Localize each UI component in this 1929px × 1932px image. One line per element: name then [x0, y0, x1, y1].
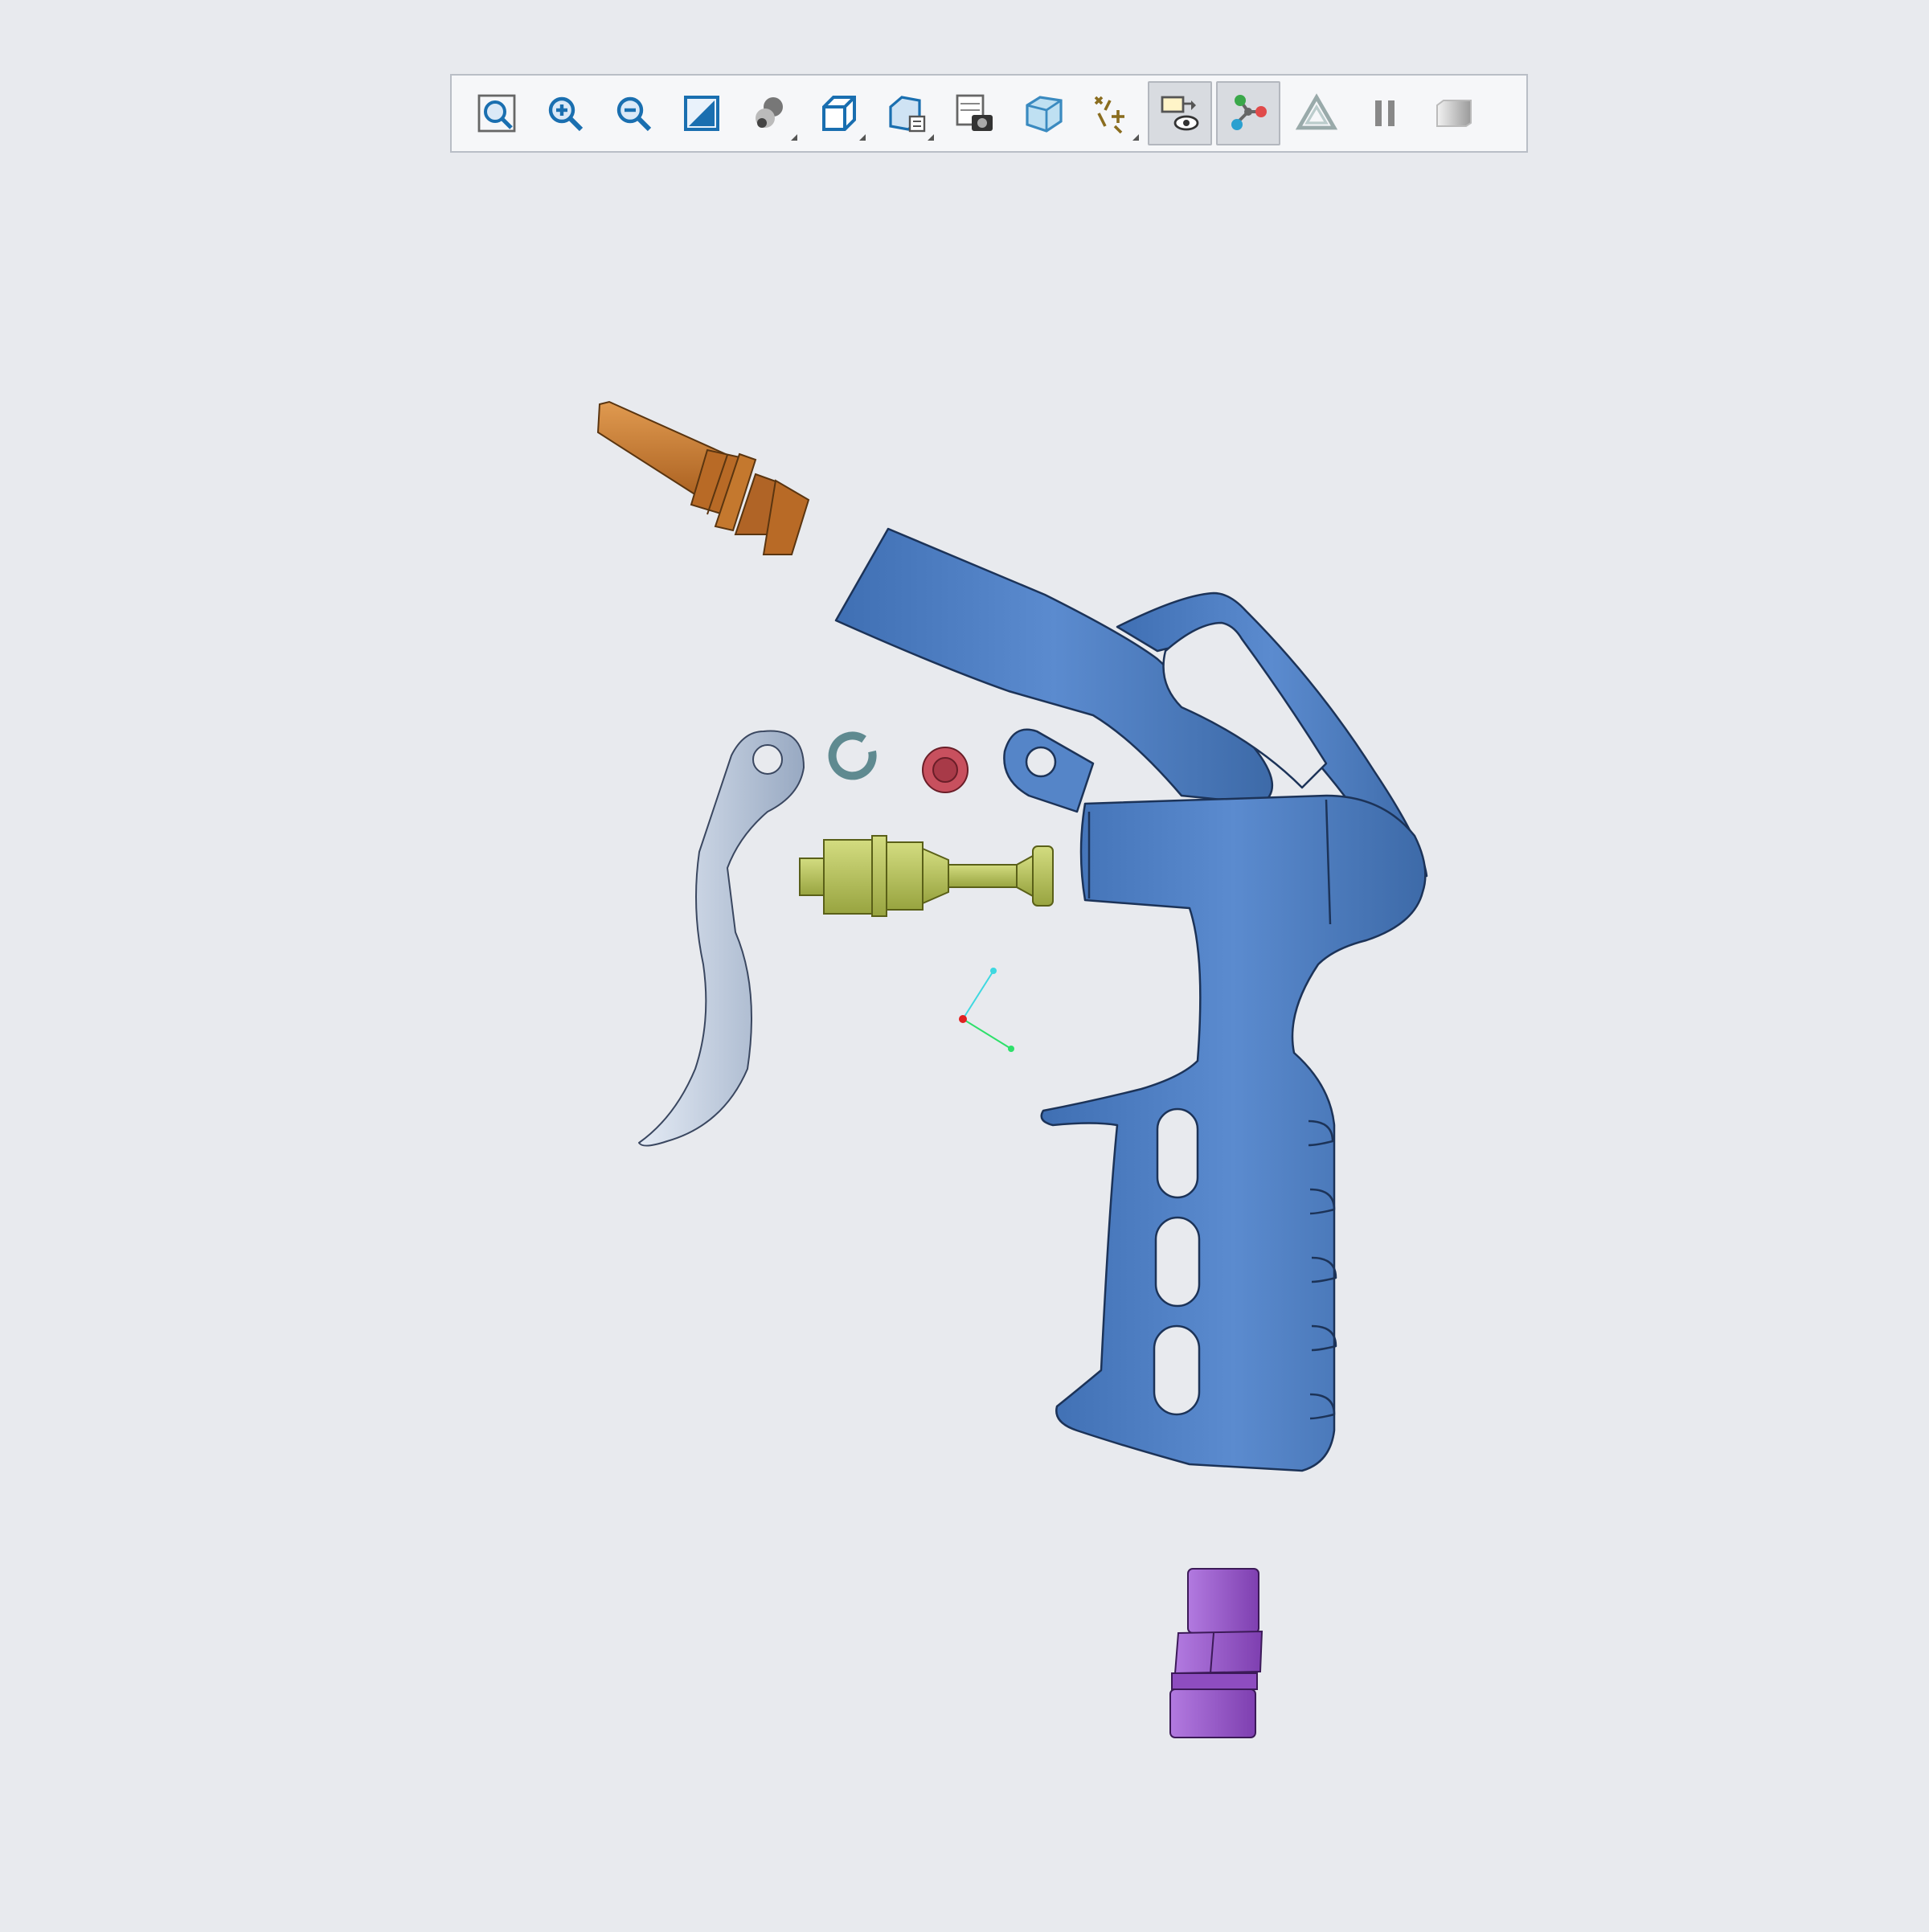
zoom-in-icon: [548, 96, 584, 132]
snapshot-button[interactable]: [943, 81, 1007, 145]
snapshot-icon: [956, 94, 993, 131]
pause-button[interactable]: [1353, 81, 1417, 145]
annotation-display-button[interactable]: [1148, 81, 1212, 145]
nozzle-tip-part[interactable]: [596, 400, 810, 555]
flyout-indicator-icon: [859, 134, 866, 141]
explode-view-button[interactable]: [1216, 81, 1280, 145]
saved-views-button[interactable]: [806, 81, 870, 145]
zoom-fit-button[interactable]: [465, 81, 529, 145]
flyout-indicator-icon: [791, 134, 797, 141]
view-manager-button[interactable]: [874, 81, 939, 145]
saved-views-icon: [822, 96, 856, 131]
zoom-window-button[interactable]: [670, 81, 734, 145]
o-ring-part[interactable]: [922, 747, 969, 793]
perspective-icon: [1026, 96, 1063, 133]
spin-center-button[interactable]: [1284, 81, 1349, 145]
view-manager-icon: [889, 96, 926, 133]
valve-stem-part[interactable]: [799, 835, 1054, 917]
datum-display-button[interactable]: [1079, 81, 1144, 145]
flyout-indicator-icon: [928, 134, 934, 141]
trigger-lever-part[interactable]: [638, 730, 805, 1147]
view-toolbar: [450, 74, 1528, 153]
flyout-indicator-icon: [1132, 134, 1139, 141]
perspective-button[interactable]: [1011, 81, 1075, 145]
shading-icon: [756, 97, 783, 128]
gun-body-part[interactable]: [834, 527, 1428, 1472]
zoom-out-button[interactable]: [601, 81, 666, 145]
shading-button[interactable]: [738, 81, 802, 145]
spin-center-icon: [1295, 93, 1338, 130]
retaining-clip-part[interactable]: [828, 731, 877, 780]
hose-fitting-part[interactable]: [1169, 1568, 1263, 1738]
explode-view-icon: [1231, 95, 1267, 130]
pause-icon: [1375, 100, 1395, 126]
annotation-display-icon: [1161, 96, 1199, 131]
zoom-out-icon: [616, 96, 652, 132]
zoom-fit-icon: [477, 94, 516, 133]
zoom-in-button[interactable]: [533, 81, 597, 145]
model-viewport[interactable]: [0, 0, 1929, 1929]
zoom-window-icon: [684, 96, 719, 131]
refit-button[interactable]: [1421, 81, 1485, 145]
coordinate-system-triad: [959, 968, 1014, 1052]
datum-display-icon: [1094, 96, 1124, 134]
refit-icon: [1436, 100, 1472, 127]
